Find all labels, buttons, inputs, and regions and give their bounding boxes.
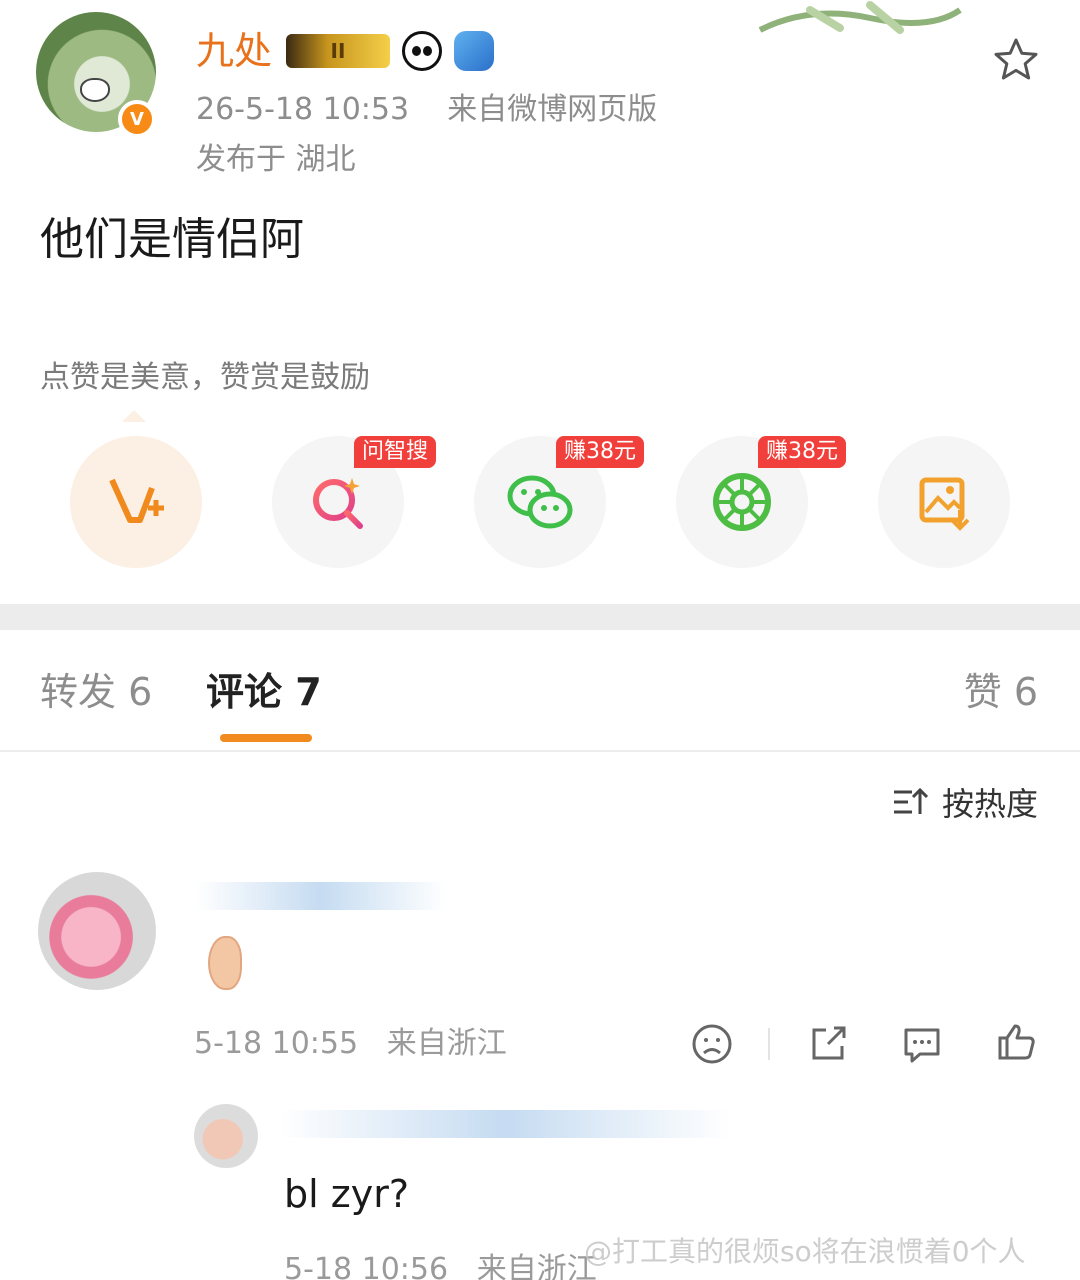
sort-by-hot-button[interactable]: 按热度 [892, 782, 1038, 823]
member-level-label: II [330, 39, 346, 63]
save-image-icon [919, 477, 970, 531]
action-divider [768, 1028, 770, 1060]
tab-repost[interactable]: 转发 6 [40, 668, 152, 716]
reply-location: 来自浙江 [476, 1252, 597, 1280]
share-actions-row: 问智搜 赚38元 赚38元 [0, 436, 1080, 570]
weibo-watermark: @打工真的很烦so将在浪惯着0个人 [584, 1235, 1026, 1268]
post-source: 来自微博网页版 [447, 92, 658, 127]
wechat-reward-tag: 赚38元 [556, 436, 644, 468]
ear-emoji-icon [208, 936, 242, 990]
reply-text: bl zyr? [284, 1172, 409, 1216]
post-time: 26-5-18 10:53 [196, 92, 410, 127]
moments-reward-tag: 赚38元 [758, 436, 846, 468]
post-card: V 九处 II 26-5-18 10:53 来自微博网页版 发布于 湖北 他们是… [0, 0, 1080, 604]
save-image-button[interactable] [878, 436, 1010, 568]
verified-badge-icon: V [118, 100, 156, 138]
reply-username-blurred[interactable] [280, 1110, 730, 1138]
section-separator [0, 604, 1080, 630]
v-plus-icon [109, 478, 164, 523]
post-time-source: 26-5-18 10:53 来自微博网页版 [196, 92, 657, 128]
reply-avatar[interactable] [194, 1104, 258, 1168]
comment-avatar[interactable] [38, 872, 156, 990]
post-tabs: 转发 6 评论 7 赞 6 [0, 630, 1080, 752]
comment-time: 5-18 10:55 [194, 1026, 359, 1061]
moments-icon [713, 473, 771, 531]
tab-likes[interactable]: 赞 6 [964, 668, 1038, 716]
comment-location: 来自浙江 [386, 1026, 507, 1061]
user-badges: II [286, 28, 494, 74]
sad-face-icon[interactable] [690, 1022, 734, 1066]
active-tab-underline [220, 734, 312, 742]
sort-label: 按热度 [941, 785, 1038, 823]
ai-search-tag: 问智搜 [354, 436, 437, 468]
like-thumb-icon[interactable] [994, 1020, 1038, 1064]
reward-tip: 点赞是美意，赞赏是鼓励 [40, 360, 370, 395]
panda-badge-icon[interactable] [402, 31, 442, 71]
reply-icon[interactable] [900, 1022, 944, 1066]
sort-icon [893, 787, 928, 814]
favorite-star-icon[interactable] [990, 34, 1042, 86]
post-body-text: 他们是情侣阿 [40, 214, 304, 265]
tab-comments[interactable]: 评论 7 [206, 668, 322, 716]
wechat-icon [507, 475, 573, 529]
ai-search-icon [313, 478, 363, 529]
comment-meta: 5-18 10:55 来自浙江 [194, 1026, 507, 1062]
post-username[interactable]: 九处 [196, 28, 272, 74]
vplus-button[interactable] [70, 436, 202, 568]
share-icon[interactable] [806, 1022, 850, 1066]
avatar-cat-face [80, 78, 110, 102]
reply-meta: 5-18 10:56 来自浙江 [284, 1252, 597, 1280]
shark-badge-icon[interactable] [454, 31, 494, 71]
member-crown-badge-icon[interactable]: II [286, 34, 390, 68]
post-location: 发布于 湖北 [196, 142, 356, 177]
reply-time: 5-18 10:56 [284, 1252, 449, 1280]
bamboo-decoration [758, 1, 962, 34]
tip-caret [122, 410, 146, 422]
comment-username-blurred[interactable] [196, 882, 446, 910]
